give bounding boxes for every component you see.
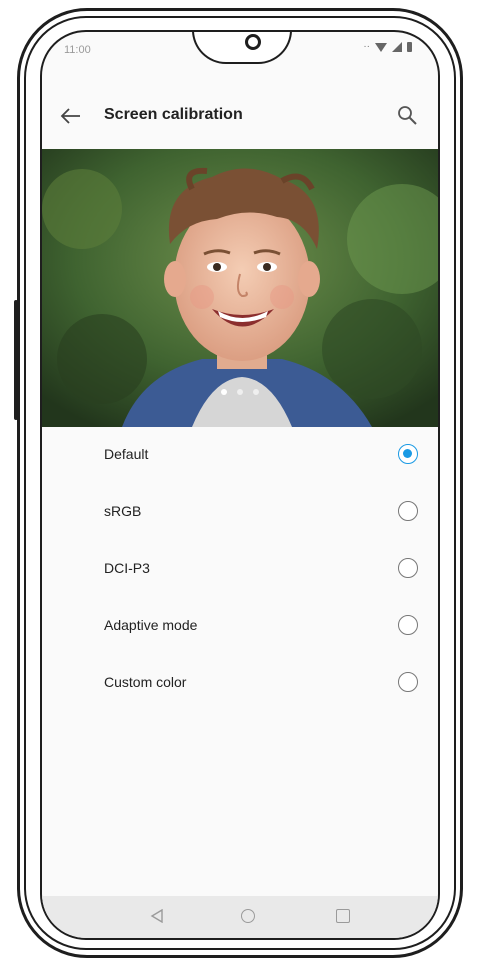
side-button <box>14 300 18 420</box>
option-srgb[interactable]: sRGB <box>42 484 438 541</box>
radio-button-selected[interactable] <box>398 444 418 464</box>
recents-square-icon[interactable] <box>336 909 350 923</box>
pager-dot[interactable] <box>237 389 243 395</box>
page-title: Screen calibration <box>104 106 243 123</box>
more-dots-icon: ·· <box>363 41 370 52</box>
option-label: Default <box>104 446 149 462</box>
app-bar: Screen calibration <box>42 92 438 142</box>
search-icon[interactable] <box>396 104 420 128</box>
option-label: Custom color <box>104 674 187 690</box>
hero-image <box>42 149 438 427</box>
navigation-bar <box>42 896 438 938</box>
home-circle-icon[interactable] <box>241 909 255 923</box>
option-label: DCI-P3 <box>104 560 150 576</box>
status-bar: 11:00 ·· <box>42 32 438 72</box>
status-time: 11:00 <box>64 44 91 56</box>
option-adaptive-mode[interactable]: Adaptive mode <box>42 598 438 655</box>
option-custom-color[interactable]: Custom color <box>42 655 438 712</box>
back-arrow-icon[interactable] <box>60 106 82 126</box>
status-icons: ·· <box>363 42 412 52</box>
battery-icon <box>407 42 412 52</box>
radio-button[interactable] <box>398 501 418 521</box>
option-label: Adaptive mode <box>104 617 198 633</box>
radio-button[interactable] <box>398 615 418 635</box>
wifi-icon <box>375 42 387 52</box>
front-camera-icon <box>245 34 261 50</box>
phone-screen: 11:00 ·· Screen calibration Default sRGB… <box>40 30 440 940</box>
radio-button[interactable] <box>398 672 418 692</box>
option-default[interactable]: Default <box>42 427 438 484</box>
calibration-options: Default sRGB DCI-P3 Adaptive mode Custom… <box>42 427 438 712</box>
pager-dot[interactable] <box>253 389 259 395</box>
radio-button[interactable] <box>398 558 418 578</box>
image-pager <box>42 389 438 395</box>
boy-photo-illustration <box>42 149 438 427</box>
option-label: sRGB <box>104 503 142 519</box>
pager-dot[interactable] <box>221 389 227 395</box>
signal-icon <box>392 42 402 52</box>
back-triangle-icon[interactable] <box>150 909 164 923</box>
option-dci-p3[interactable]: DCI-P3 <box>42 541 438 598</box>
